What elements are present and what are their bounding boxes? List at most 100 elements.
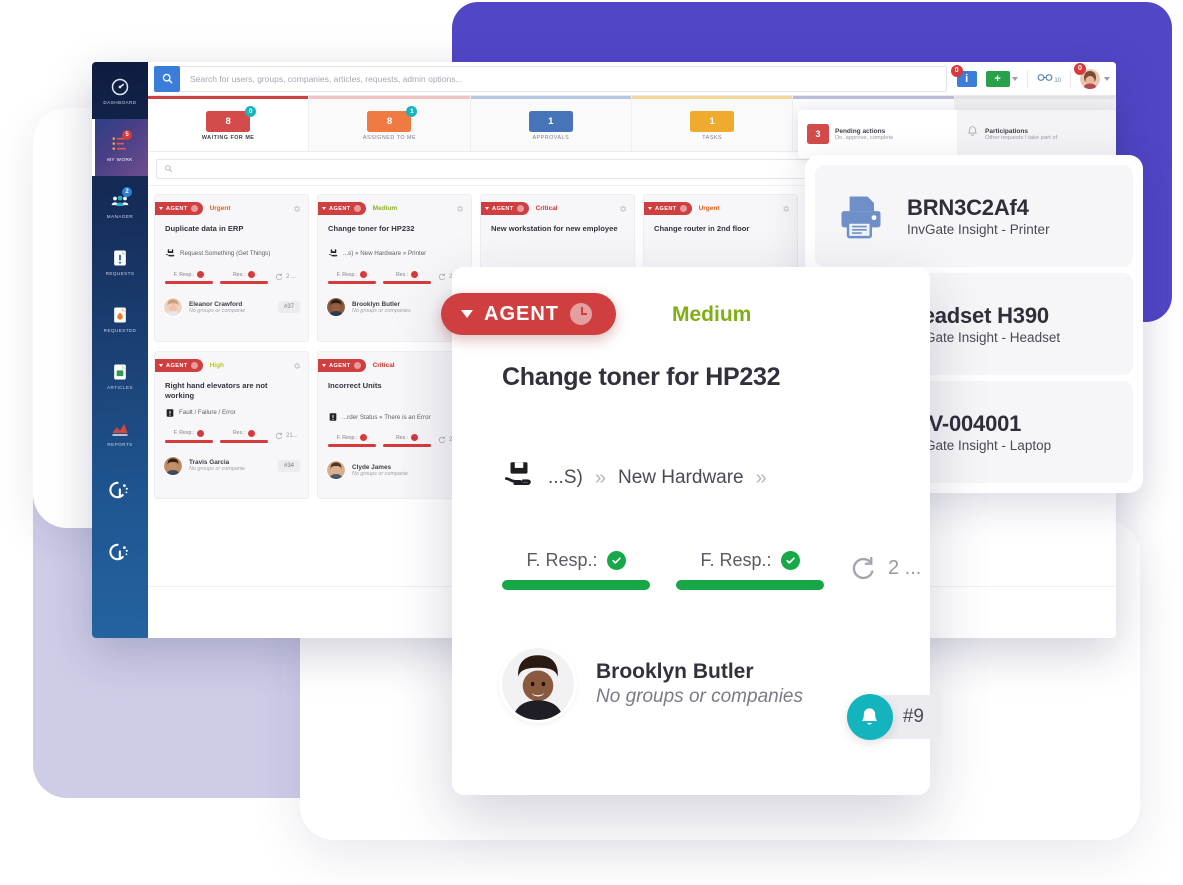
info-button[interactable]: 0 i xyxy=(950,64,977,87)
refresh-text: 21... xyxy=(286,432,298,439)
tab-assigned-to-me[interactable]: 8 1 ASSIGNED TO ME xyxy=(309,96,471,151)
create-button[interactable]: + xyxy=(985,70,1018,87)
detail-category-part1: ...S) xyxy=(548,467,583,488)
alert-circle-icon xyxy=(411,434,419,442)
tab-badge: 0 xyxy=(245,105,257,117)
chevron-down-icon xyxy=(461,310,473,318)
search-icon xyxy=(162,73,172,84)
detail-progress-label: F. Resp.: xyxy=(502,550,650,571)
sidebar-logo-secondary[interactable] xyxy=(92,523,148,585)
ticket-card[interactable]: AGENT Urgent Duplicate data in ERP Reque xyxy=(154,194,309,342)
progress-label-text: Res.: xyxy=(232,430,246,436)
clock-icon xyxy=(353,205,361,212)
sidebar-item-label: REQUESTS xyxy=(105,270,135,276)
refresh-info: 2 ... xyxy=(275,271,296,281)
chevron-down-icon xyxy=(322,364,326,367)
sidebar-item-label: REPORTS xyxy=(107,441,133,447)
progress-bar xyxy=(383,444,431,448)
alert-circle-icon xyxy=(248,271,256,279)
detail-refresh-text: 2 ... xyxy=(888,556,922,579)
invgate-logo-icon xyxy=(108,540,132,569)
detail-agent-pill[interactable]: AGENT xyxy=(441,293,616,335)
gear-icon[interactable] xyxy=(456,200,464,218)
gear-icon[interactable] xyxy=(293,200,301,218)
sidebar-item-my-work[interactable]: 5 MY WORK xyxy=(92,119,148,176)
agent-label: AGENT xyxy=(166,362,188,369)
participations-cell[interactable]: Participations Other requests I take par… xyxy=(957,110,1116,158)
document-green-icon xyxy=(110,362,130,382)
detail-assignee-name: Brooklyn Butler xyxy=(596,660,754,683)
tab-tasks[interactable]: 1 TASKS xyxy=(631,96,794,151)
tab-approvals[interactable]: 1 APPROVALS xyxy=(470,96,632,151)
clock-icon xyxy=(570,303,592,325)
ticket-card-header: AGENT Urgent xyxy=(155,195,308,216)
chevron-down-icon xyxy=(1011,76,1018,81)
progress-label-text: F. Resp.: xyxy=(173,271,195,278)
ticket-category: ...s) » New Hardware » Printer xyxy=(318,248,471,259)
glasses-icon xyxy=(1037,73,1053,81)
pending-actions-text: Pending actions Do, approve, complete xyxy=(835,128,893,141)
ticket-card-header: AGENT Medium xyxy=(318,195,471,216)
incident-icon xyxy=(166,408,174,417)
pending-actions-title: Pending actions xyxy=(835,127,886,135)
agent-pill[interactable]: AGENT xyxy=(481,202,529,215)
glasses-counter[interactable]: 10 xyxy=(1037,73,1061,85)
avatar xyxy=(326,297,346,318)
ticket-category-text: Request Something (Get Things) xyxy=(180,250,271,258)
info-badge: 0 xyxy=(950,64,963,77)
sidebar-badge-my-work: 5 xyxy=(122,130,132,140)
ticket-card[interactable]: AGENT High Right hand elevators are not … xyxy=(154,351,309,499)
assignee-subtitle: No groups or companie xyxy=(352,470,409,477)
agent-pill[interactable]: AGENT xyxy=(644,202,692,215)
ticket-progress: F. Resp.: Res.: xyxy=(155,271,308,285)
detail-priority-label: Medium xyxy=(672,303,752,326)
ticket-title: Duplicate data in ERP xyxy=(165,224,244,233)
detail-progress: F. Resp.: F. Resp.: 2 ... xyxy=(452,498,930,590)
agent-pill[interactable]: AGENT xyxy=(155,359,203,372)
sidebar-item-label: ARTICLES xyxy=(107,384,133,390)
agent-pill[interactable]: AGENT xyxy=(318,202,366,215)
breadcrumb-separator: » xyxy=(594,466,606,489)
gear-icon[interactable] xyxy=(619,200,627,218)
global-search-button[interactable] xyxy=(154,65,180,92)
clock-icon xyxy=(516,205,524,212)
chevron-down-icon xyxy=(1104,76,1110,81)
sidebar-item-requests[interactable]: REQUESTS xyxy=(92,233,148,290)
sidebar-item-requested[interactable]: REQUESTED xyxy=(92,290,148,347)
tab-waiting-for-me[interactable]: 8 0 WAITING FOR ME xyxy=(148,96,310,151)
sidebar-logo-primary[interactable] xyxy=(92,461,148,523)
sidebar-item-articles[interactable]: ARTICLES xyxy=(92,347,148,404)
priority-label: Urgent xyxy=(698,205,720,212)
sidebar-item-manager[interactable]: 2 MANAGER xyxy=(92,176,148,233)
sidebar-item-label: DASHBOARD xyxy=(103,99,137,105)
progress-label-text: Res.: xyxy=(395,271,409,278)
agent-label: AGENT xyxy=(655,205,677,212)
gear-icon[interactable] xyxy=(293,357,301,375)
sidebar-item-dashboard[interactable]: DASHBOARD xyxy=(92,62,148,119)
progress-group: Res.: xyxy=(220,429,268,443)
pending-actions-cell[interactable]: 3 Pending actions Do, approve, complete xyxy=(798,110,957,158)
asset-name: BRN3C2Af4 xyxy=(907,195,1029,220)
ticket-card[interactable]: AGENT Critical Incorrect Units ...rder S xyxy=(317,351,472,499)
agent-pill[interactable]: AGENT xyxy=(318,359,366,372)
agent-pill[interactable]: AGENT xyxy=(155,202,203,215)
tab-badge: 1 xyxy=(406,105,418,117)
tab-count-chip: 8 0 xyxy=(206,105,257,132)
detail-refresh-info: 2 ... xyxy=(850,550,921,581)
board-search-input[interactable] xyxy=(156,158,889,179)
alert-circle-icon xyxy=(197,429,205,437)
sidebar-item-reports[interactable]: REPORTS xyxy=(92,404,148,461)
agent-label: AGENT xyxy=(329,362,351,369)
avatar xyxy=(502,648,574,720)
user-avatar-button[interactable]: 0 xyxy=(1074,62,1110,89)
asset-item-printer[interactable]: BRN3C2Af4 InvGate Insight - Printer xyxy=(815,165,1133,267)
ticket-card-header: AGENT Critical xyxy=(481,195,634,216)
global-search-input[interactable]: Search for users, groups, companies, art… xyxy=(180,65,947,92)
detail-ticket-badge[interactable]: #9 xyxy=(846,694,942,740)
assignee-subtitle: No groups or companies xyxy=(352,307,411,314)
progress-group: F. Resp.: xyxy=(165,271,213,285)
detail-category-part2: New Hardware xyxy=(617,467,744,488)
sidebar: DASHBOARD 5 MY WORK 2 MANAGER REQUESTS R… xyxy=(92,62,148,638)
gear-icon[interactable] xyxy=(782,200,790,218)
assignee-info: Brooklyn Butler No groups or companies xyxy=(352,301,411,314)
